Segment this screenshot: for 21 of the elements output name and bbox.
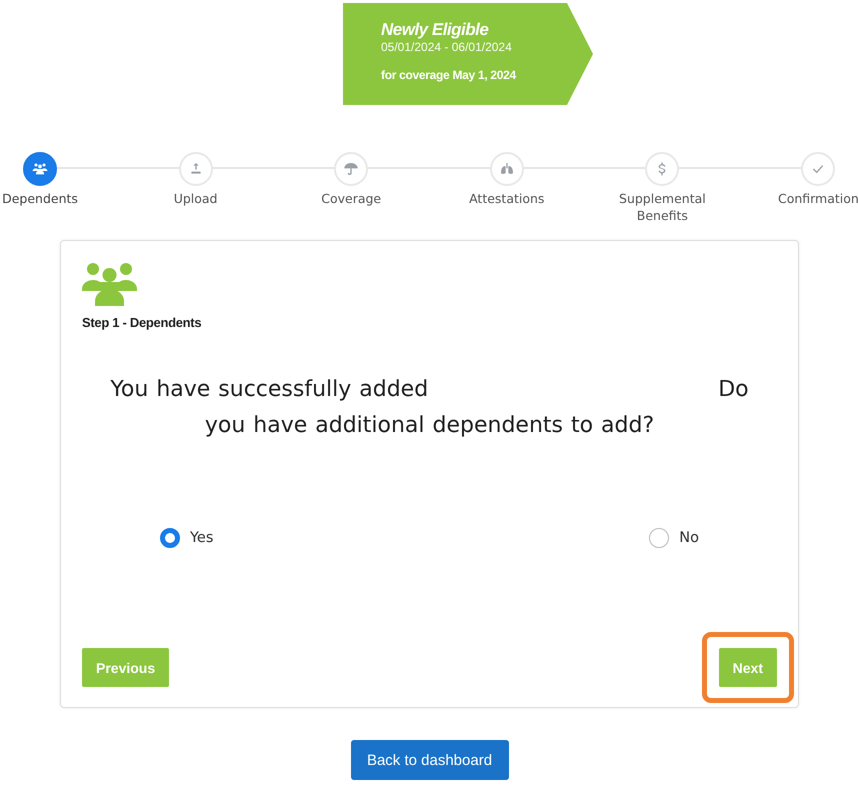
step-indicator[interactable] [23,152,57,186]
step-label: Supplemental Benefits [618,190,707,224]
radio-button[interactable] [160,528,180,548]
step-label: Upload [172,190,218,207]
radio-option[interactable]: No [649,528,699,548]
radio-option[interactable]: Yes [160,528,214,548]
step-label: Dependents [1,190,79,207]
people-icon [32,161,48,177]
step-label: Attestations [468,190,546,207]
step-label: Confirmation [778,190,858,207]
lungs-icon [498,161,515,177]
step-label: Coverage [320,190,382,207]
step-title: Step 1 - Dependents [82,315,202,330]
date-range: 05/01/2024 - 06/01/2024 [381,40,512,54]
people-icon [82,261,137,306]
radio-button[interactable] [649,528,670,548]
banner-title: Newly Eligible [381,20,488,40]
back-to-dashboard-button[interactable]: Back to dashboard [350,740,508,780]
umbrella-icon [343,161,360,177]
coverage-date: for coverage May 1, 2024 [381,68,516,82]
question-text: You have successfully added Do you have additional dependents to add? [109,376,750,440]
